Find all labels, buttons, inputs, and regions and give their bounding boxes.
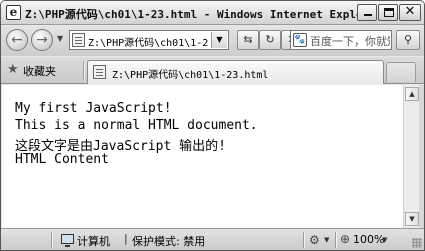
status-bar: 计算机 | 保护模式: 禁用 ⚙ ▼ ⊕ 100% ▼ — [1, 228, 424, 250]
tab-current[interactable]: Z:\PHP源代码\ch01\1-23.html — [87, 60, 384, 84]
new-tab-button[interactable] — [386, 62, 416, 82]
address-dropdown-button[interactable]: ▼ — [211, 32, 227, 48]
search-button[interactable]: ⚲ — [396, 30, 420, 50]
search-icon: ⚲ — [403, 33, 413, 46]
zoom-level[interactable]: 100% — [353, 233, 384, 246]
document-icon: e — [6, 5, 21, 20]
navigation-bar: ← → ▼ Z:\PHP源代码\ch01\1-23.html ▼ ⇆ ↻ ✕ 🐾… — [1, 26, 424, 56]
compatibility-icon: ⇆ — [243, 33, 253, 46]
close-button[interactable]: ✕ — [399, 4, 421, 21]
resize-grip-icon[interactable] — [412, 238, 422, 248]
tab-page-icon — [93, 65, 106, 79]
status-divider — [303, 232, 304, 248]
protected-mode-status: 保护模式: 禁用 — [132, 235, 206, 248]
back-button[interactable]: ← — [6, 29, 28, 51]
search-input[interactable]: 百度一下，你就知道 — [310, 33, 390, 49]
security-zone: 计算机 — [77, 235, 110, 248]
vertical-scrollbar[interactable]: ▲ ▼ — [403, 85, 419, 228]
favorites-star-icon[interactable]: ★ — [7, 62, 19, 77]
search-box[interactable]: 🐾 百度一下，你就知道 — [290, 30, 392, 50]
toolbar-divider — [83, 61, 84, 79]
zoom-icon[interactable]: ⊕ — [340, 232, 350, 246]
chevron-down-icon[interactable]: ▼ — [324, 236, 329, 244]
status-divider — [51, 232, 52, 248]
status-divider — [335, 232, 336, 248]
maximize-icon — [384, 8, 394, 17]
status-separator: | — [124, 232, 128, 245]
forward-arrow-icon: → — [36, 32, 48, 48]
close-icon: ✕ — [404, 4, 416, 19]
tab-title: Z:\PHP源代码\ch01\1-23.html — [112, 70, 269, 81]
favorites-bar: ★ 收藏夹 Z:\PHP源代码\ch01\1-23.html — [1, 57, 424, 84]
favorites-button[interactable]: 收藏夹 — [23, 63, 56, 79]
content-line: My first JavaScript! — [15, 101, 172, 116]
address-input[interactable]: Z:\PHP源代码\ch01\1-23.html — [88, 34, 208, 49]
minimize-icon — [364, 14, 372, 16]
maximize-button[interactable] — [378, 4, 398, 21]
window-controls: ✕ — [357, 4, 421, 21]
baidu-paw-icon: 🐾 — [293, 33, 307, 47]
browser-window: e Z:\PHP源代码\ch01\1-23.html - Windows Int… — [0, 0, 425, 251]
window-border — [419, 85, 424, 228]
content-line: HTML Content — [15, 152, 109, 167]
security-settings-icon[interactable]: ⚙ — [309, 233, 320, 247]
computer-icon — [61, 234, 74, 247]
chevron-down-icon[interactable]: ▼ — [382, 236, 387, 244]
forward-button[interactable]: → — [31, 29, 53, 51]
page-content: My first JavaScript! This is a normal HT… — [2, 85, 403, 228]
compatibility-view-button[interactable]: ⇆ — [237, 30, 259, 50]
scroll-up-button[interactable]: ▲ — [405, 87, 419, 101]
content-line: This is a normal HTML document. — [15, 118, 258, 133]
back-arrow-icon: ← — [11, 32, 23, 48]
window-title: Z:\PHP源代码\ch01\1-23.html - Windows Inter… — [25, 8, 357, 21]
address-bar[interactable]: Z:\PHP源代码\ch01\1-23.html ▼ — [69, 30, 229, 50]
refresh-button[interactable]: ↻ — [259, 30, 281, 50]
refresh-icon: ↻ — [265, 33, 275, 46]
recent-pages-dropdown-icon[interactable]: ▼ — [57, 34, 63, 43]
title-bar: e Z:\PHP源代码\ch01\1-23.html - Windows Int… — [1, 1, 424, 25]
minimize-button[interactable] — [357, 4, 377, 21]
scroll-down-button[interactable]: ▼ — [405, 212, 419, 226]
page-icon — [72, 33, 85, 47]
